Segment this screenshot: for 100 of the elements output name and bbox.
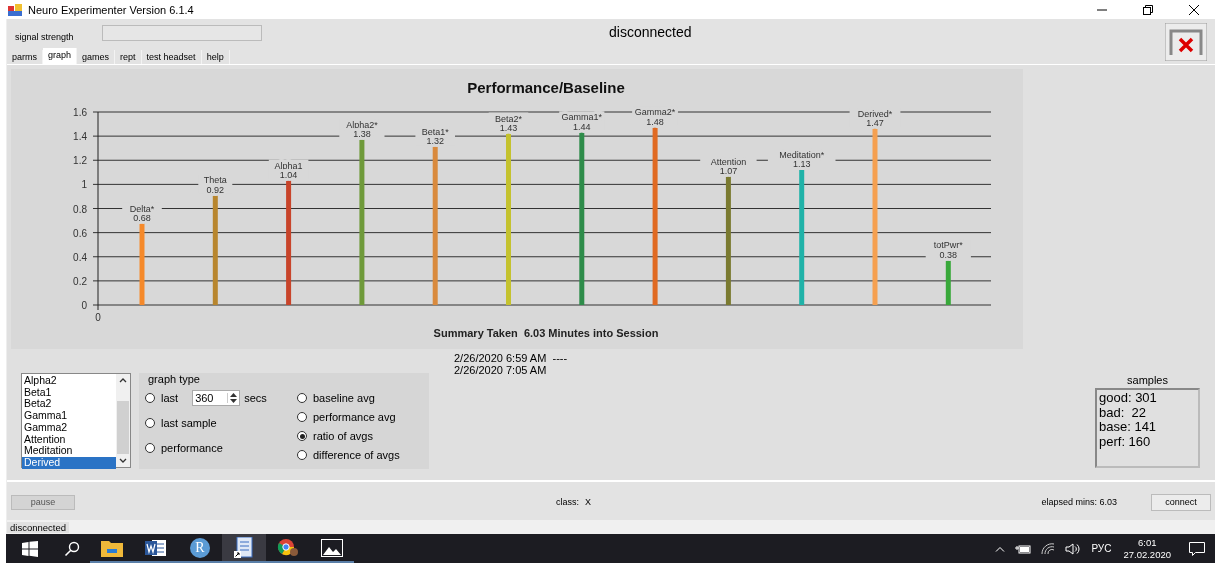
y-tick-label: 0.8 <box>73 203 87 215</box>
sample-count: perf: 160 <box>1099 434 1152 449</box>
spin-up-icon[interactable] <box>230 392 238 397</box>
class-value: X <box>585 497 592 507</box>
bar-label: Beta1* <box>421 126 449 137</box>
channel-list-item[interactable]: Meditation <box>22 445 116 457</box>
samples-title: samples <box>1127 374 1168 386</box>
origin-label: 0 <box>95 312 101 323</box>
notification-icon[interactable] <box>1189 541 1205 556</box>
channel-list-item[interactable]: Alpha2 <box>22 375 116 387</box>
bar-label: Alpha2* <box>346 119 378 130</box>
bar-value-label: 1.44 <box>573 121 591 132</box>
radio-label[interactable]: ratio of avgs <box>313 430 373 442</box>
y-tick-label: 0.4 <box>73 251 87 263</box>
class-label: class: <box>556 497 579 507</box>
channel-list-item[interactable]: Beta1 <box>22 386 116 399</box>
photo-icon <box>321 538 343 557</box>
spin-down-icon[interactable] <box>230 398 238 403</box>
bar-label: Gamma2* <box>634 107 676 118</box>
elapsed-minutes: elapsed mins: 6.03 <box>1041 497 1117 507</box>
y-tick-label: 0.2 <box>73 275 87 287</box>
status-text: disconnected <box>7 521 69 533</box>
bar-label: totPwr* <box>933 240 963 251</box>
signal-strength-label: signal strength <box>15 32 75 42</box>
input-language[interactable]: РУС <box>1091 543 1112 554</box>
app-icon <box>8 3 22 16</box>
connect-button[interactable]: connect <box>1151 493 1211 511</box>
radio-label[interactable]: difference of avgs <box>313 449 400 461</box>
connection-status: disconnected <box>609 24 692 40</box>
radio-label[interactable]: last <box>161 391 179 404</box>
radio-label[interactable]: performance <box>161 441 223 454</box>
bar-label: Alpha1 <box>274 160 303 171</box>
wifi-icon[interactable] <box>1041 542 1056 555</box>
bar-label: Meditation* <box>779 149 825 160</box>
bar-value-label: 0.38 <box>939 249 958 260</box>
scroll-up-icon[interactable] <box>119 377 127 383</box>
sample-count: base: 141 <box>1099 420 1158 435</box>
logo-icon <box>1165 23 1207 61</box>
sample-count: bad: 22 <box>1099 405 1147 420</box>
radio-label[interactable]: last sample <box>161 416 217 429</box>
bar <box>945 259 951 305</box>
close-icon[interactable] <box>1189 4 1199 15</box>
radio-button[interactable] <box>297 393 307 403</box>
channel-list-item[interactable]: Attention <box>22 433 116 446</box>
window-title: Neuro Experimenter Version 6.1.4 <box>28 3 194 16</box>
radio-button[interactable] <box>297 412 307 422</box>
scrollbar[interactable] <box>116 374 130 467</box>
windows-start-icon[interactable] <box>22 540 38 557</box>
bar-label: Derived* <box>857 108 893 119</box>
browser-icon <box>277 537 299 558</box>
channel-list-item[interactable]: Gamma2 <box>22 421 116 434</box>
bar-label: Delta* <box>129 204 155 214</box>
bar-label: Attention <box>710 156 747 167</box>
timestamp: 2/26/2020 6:59 AM ---- <box>454 352 568 364</box>
bar-label: Gamma1* <box>561 112 603 123</box>
chart-title: Performance/Baseline <box>467 79 625 96</box>
speaker-icon[interactable] <box>1065 542 1082 555</box>
radio-button[interactable] <box>145 442 155 453</box>
clock[interactable]: 6:01 27.02.2020 <box>1123 536 1171 561</box>
channel-list-item[interactable]: Derived <box>22 456 116 469</box>
bar-value-label: 1.32 <box>426 136 444 147</box>
channel-list-item[interactable]: Beta2 <box>22 398 116 411</box>
chart-caption: Summary Taken 6.03 Minutes into Session <box>433 327 659 339</box>
y-tick-label: 1.2 <box>73 155 87 167</box>
y-tick-label: 1.6 <box>73 107 87 118</box>
radio-button[interactable] <box>297 450 307 460</box>
chevron-up-icon[interactable] <box>995 545 1006 552</box>
y-tick-label: 1 <box>81 179 87 191</box>
timestamp: 2/26/2020 7:05 AM <box>454 364 548 376</box>
bar-value-label: 1.43 <box>499 123 518 133</box>
restore-icon[interactable] <box>1143 4 1153 15</box>
radio-label[interactable]: baseline avg <box>313 392 375 404</box>
battery-icon[interactable] <box>1015 543 1032 554</box>
bar-value-label: 1.04 <box>279 170 298 181</box>
bar-value-label: 1.07 <box>719 166 738 177</box>
radio-button[interactable] <box>297 431 307 441</box>
pause-button[interactable]: pause <box>11 494 75 510</box>
y-tick-label: 0 <box>81 300 87 311</box>
document-icon <box>234 536 254 559</box>
radio-button[interactable] <box>145 392 155 403</box>
y-tick-label: 1.4 <box>73 131 87 143</box>
seconds-unit: secs <box>244 391 267 404</box>
word-document-icon <box>145 537 167 558</box>
channel-list-item[interactable]: Gamma1 <box>22 410 116 422</box>
bar-value-label: 1.48 <box>646 116 664 127</box>
taskbar-app[interactable] <box>222 534 266 563</box>
radio-label[interactable]: performance avg <box>313 411 396 423</box>
search-icon[interactable] <box>64 540 80 557</box>
radio-button[interactable] <box>145 417 155 428</box>
folder-icon <box>101 538 123 557</box>
bar-value-label: 1.38 <box>353 129 371 140</box>
bar-label: Beta2* <box>495 113 522 124</box>
scroll-down-icon[interactable] <box>119 458 127 464</box>
bar-value-label: 0.68 <box>133 213 151 224</box>
channel-list[interactable]: Alpha2 Beta1 Beta2 Gamma1 Gamma2 Attention Meditation Derived <box>21 373 131 468</box>
y-tick-label: 0.6 <box>73 227 87 239</box>
bar-value-label: 0.92 <box>206 184 225 195</box>
group-title: graph type <box>148 373 201 385</box>
seconds-spinner[interactable]: 360 <box>192 389 241 406</box>
tab[interactable]: graph <box>43 48 78 64</box>
